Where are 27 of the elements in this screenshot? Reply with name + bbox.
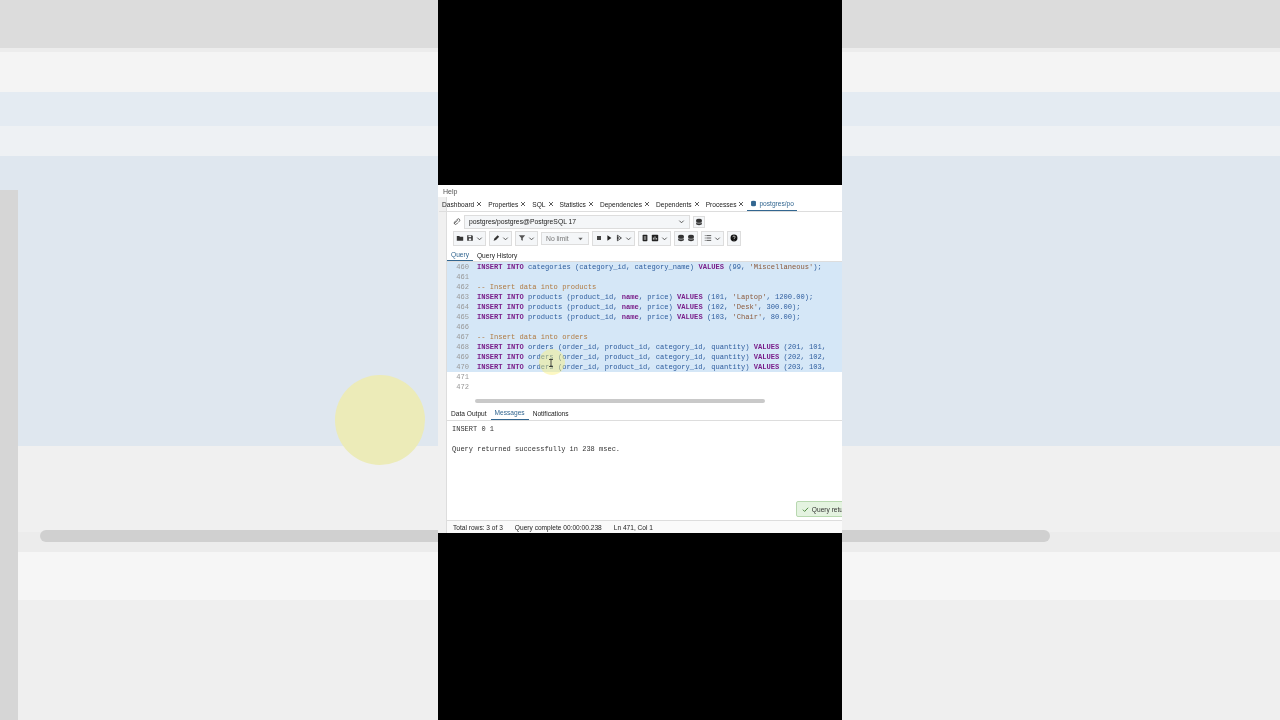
close-icon[interactable] [644, 201, 651, 207]
close-icon[interactable] [738, 201, 745, 207]
close-icon[interactable] [476, 201, 483, 207]
caret-icon[interactable] [713, 234, 721, 242]
close-icon[interactable] [520, 201, 527, 207]
close-icon[interactable] [547, 201, 554, 207]
caret-icon[interactable] [528, 234, 535, 242]
commit-icon[interactable] [676, 234, 685, 242]
save-icon[interactable] [466, 234, 474, 242]
check-icon [801, 505, 809, 513]
play-icon[interactable] [604, 234, 613, 242]
list-icon[interactable] [703, 234, 712, 242]
filter-icon[interactable] [518, 234, 526, 242]
caret-icon[interactable] [678, 218, 685, 225]
pen-icon[interactable] [492, 234, 500, 242]
close-icon[interactable] [587, 201, 594, 207]
database-icon [750, 200, 758, 207]
link-icon[interactable] [453, 217, 461, 226]
help-icon[interactable] [729, 234, 738, 242]
scrollbar[interactable] [475, 399, 765, 403]
explain-icon[interactable] [614, 234, 623, 242]
close-icon[interactable] [693, 201, 700, 207]
document-icon[interactable] [640, 234, 649, 242]
folder-icon[interactable] [456, 234, 464, 242]
stop-icon[interactable] [594, 234, 603, 242]
rollback-icon[interactable] [686, 234, 695, 242]
chart-icon[interactable] [650, 234, 659, 242]
